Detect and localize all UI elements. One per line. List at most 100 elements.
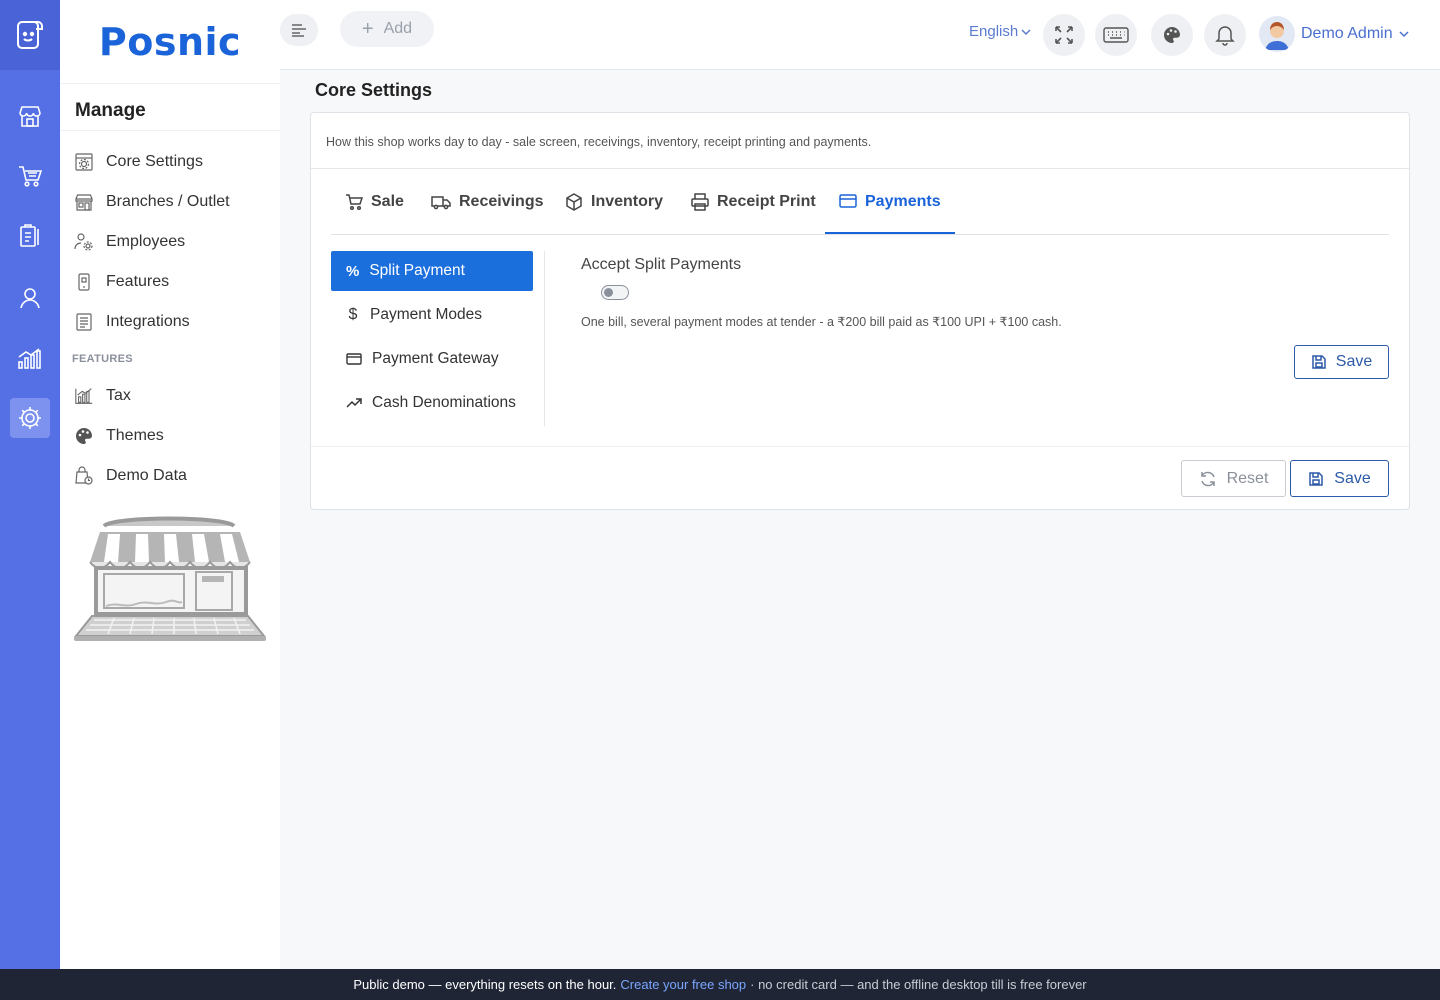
banner-lead: Public demo — everything resets on the h… <box>353 977 617 992</box>
tab-label: Sale <box>371 193 404 210</box>
floppy-disk-icon <box>1309 471 1324 486</box>
tab-receipt-print[interactable]: Receipt Print <box>677 193 830 235</box>
settings-panel-icon <box>74 152 94 172</box>
printer-icon <box>691 193 709 211</box>
trending-up-icon <box>346 398 362 408</box>
sidebar-item-label: Employees <box>106 233 186 250</box>
fullscreen-icon <box>1055 26 1073 44</box>
save-label: Save <box>1335 353 1373 370</box>
sidebar-item-label: Branches / Outlet <box>106 193 230 210</box>
settings-description: How this shop works day to day - sale sc… <box>326 135 872 149</box>
subnav-label: Split Payment <box>369 262 465 279</box>
subnav-label: Cash Denominations <box>372 394 516 411</box>
subnav-label: Payment Modes <box>370 306 482 323</box>
subnav-cash-denominations[interactable]: Cash Denominations <box>331 383 533 423</box>
sidebar-item-core-settings[interactable]: Core Settings <box>74 148 203 176</box>
dollar-icon: $ <box>348 306 358 323</box>
chevron-down-icon <box>1399 31 1409 38</box>
sidebar-item-label: Integrations <box>106 313 190 330</box>
sidebar-item-label: Core Settings <box>106 153 203 170</box>
reset-button[interactable]: Reset <box>1181 460 1286 497</box>
tab-inventory[interactable]: Inventory <box>551 193 677 235</box>
subnav-payment-gateway[interactable]: Payment Gateway <box>331 339 533 379</box>
sidebar-item-label: Tax <box>106 387 131 404</box>
keyboard-shortcuts-button[interactable] <box>1095 14 1137 56</box>
palette-icon <box>1164 27 1180 43</box>
save-label: Save <box>1334 469 1371 487</box>
theme-button[interactable] <box>1151 14 1193 56</box>
subnav-payment-modes[interactable]: $ Payment Modes <box>331 295 533 335</box>
brand-logo[interactable]: Posnic <box>60 0 280 84</box>
sidebar-item-features[interactable]: Features <box>74 268 169 296</box>
payments-subnav: % Split Payment $ Payment Modes Payment … <box>331 251 545 426</box>
store-icon[interactable] <box>10 96 50 136</box>
reset-label: Reset <box>1226 469 1269 487</box>
tab-receivings[interactable]: Receivings <box>417 193 557 235</box>
chevron-down-icon <box>1021 28 1031 35</box>
subnav-split-payment[interactable]: % Split Payment <box>331 251 533 291</box>
demo-banner: Public demo — everything resets on the h… <box>0 969 1440 1000</box>
floppy-disk-icon <box>1312 355 1326 369</box>
toggle-knob <box>604 288 613 297</box>
sidebar-divider <box>60 130 280 131</box>
sidebar-item-themes[interactable]: Themes <box>74 422 164 450</box>
plus-icon: + <box>361 18 374 40</box>
refresh-icon <box>1200 471 1215 486</box>
tab-payments[interactable]: Payments <box>825 193 955 234</box>
credit-card-icon <box>346 353 362 365</box>
user-menu[interactable]: Demo Admin <box>1259 16 1409 52</box>
icon-rail <box>0 0 60 969</box>
percent-icon: % <box>346 262 360 280</box>
create-shop-link[interactable]: Create your free shop <box>620 977 746 992</box>
cart-icon[interactable] <box>10 156 50 196</box>
card-footer: Reset Save <box>311 446 1409 509</box>
sidebar-item-employees[interactable]: Employees <box>74 228 185 256</box>
notifications-button[interactable] <box>1204 14 1246 56</box>
clipboard-list-icon[interactable] <box>10 216 50 256</box>
top-bar: + Add English Demo Admin <box>280 0 1440 70</box>
settings-gear-icon[interactable] <box>10 398 50 438</box>
language-selector[interactable]: English <box>969 23 1031 40</box>
menu-toggle-button[interactable] <box>280 14 318 46</box>
sidebar-item-tax[interactable]: Tax <box>74 382 131 410</box>
sidebar-item-integrations[interactable]: Integrations <box>74 308 190 336</box>
align-left-icon <box>292 24 306 37</box>
tab-sale[interactable]: Sale <box>331 193 418 235</box>
banner-tail: · no credit card — and the offline deskt… <box>750 977 1087 992</box>
box-icon <box>566 193 582 211</box>
keyboard-icon <box>1103 27 1129 43</box>
mobile-device-icon <box>74 272 94 292</box>
bar-chart-icon[interactable] <box>10 338 50 378</box>
employee-gear-icon <box>74 232 94 252</box>
user-name: Demo Admin <box>1301 25 1393 42</box>
settings-card: How this shop works day to day - sale sc… <box>310 112 1410 510</box>
split-payments-toggle[interactable] <box>601 285 629 300</box>
tax-chart-icon <box>74 386 94 406</box>
shopping-bag-clock-icon <box>74 466 94 486</box>
sidebar-item-demo-data[interactable]: Demo Data <box>74 462 187 490</box>
avatar <box>1259 16 1295 52</box>
sidebar: Posnic Manage Core Settings Branches / O… <box>60 0 280 969</box>
sidebar-item-branches[interactable]: Branches / Outlet <box>74 188 230 216</box>
save-button[interactable]: Save <box>1290 460 1389 497</box>
sidebar-heading: Manage <box>75 100 146 121</box>
tab-label: Inventory <box>591 193 664 210</box>
user-icon[interactable] <box>10 278 50 318</box>
app-logo-icon[interactable] <box>0 0 60 70</box>
add-button[interactable]: + Add <box>340 11 434 47</box>
sidebar-item-label: Demo Data <box>106 467 187 484</box>
split-payments-help: One bill, several payment modes at tende… <box>581 315 1062 329</box>
sidebar-item-label: Themes <box>106 427 164 444</box>
page-title: Core Settings <box>315 80 433 100</box>
fullscreen-button[interactable] <box>1043 14 1085 56</box>
settings-tabs: Sale Receivings Inventory Receipt Print … <box>331 169 1389 235</box>
shop-front-icon <box>74 192 94 212</box>
add-button-label: Add <box>383 20 413 37</box>
split-payments-label: Accept Split Payments <box>581 256 742 273</box>
save-section-button[interactable]: Save <box>1294 345 1389 379</box>
truck-icon <box>431 196 451 210</box>
tab-label: Payments <box>865 193 941 210</box>
brand-name: Posnic <box>98 19 242 64</box>
sidebar-section-label: FEATURES <box>72 353 133 365</box>
tab-label: Receipt Print <box>717 193 816 210</box>
